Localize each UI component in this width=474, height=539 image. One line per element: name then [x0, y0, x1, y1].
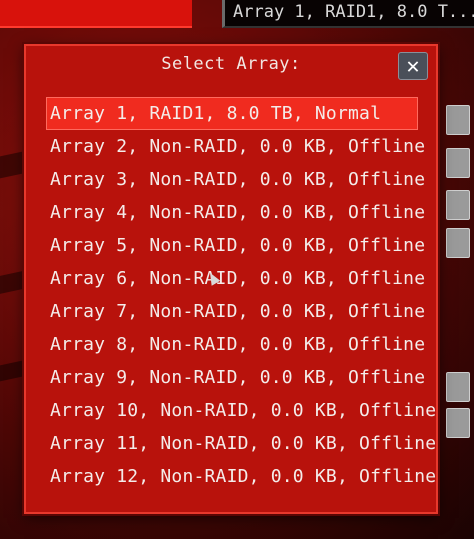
- array-list: Array 1, RAID1, 8.0 TB, Normal Array 2, …: [46, 97, 436, 493]
- array-option-1[interactable]: Array 1, RAID1, 8.0 TB, Normal: [46, 97, 418, 130]
- array-option-4[interactable]: Array 4, Non-RAID, 0.0 KB, Offline: [46, 196, 425, 229]
- close-icon: ✕: [406, 54, 420, 79]
- array-option-3[interactable]: Array 3, Non-RAID, 0.0 KB, Offline: [46, 163, 425, 196]
- array-option-7[interactable]: Array 7, Non-RAID, 0.0 KB, Offline: [46, 295, 425, 328]
- side-button[interactable]: [446, 228, 470, 258]
- array-selector-field[interactable]: Array 1, RAID1, 8.0 T...: [222, 0, 474, 28]
- side-button[interactable]: [446, 105, 470, 135]
- array-option-9[interactable]: Array 9, Non-RAID, 0.0 KB, Offline: [46, 361, 425, 394]
- array-option-10[interactable]: Array 10, Non-RAID, 0.0 KB, Offline: [46, 394, 436, 427]
- select-array-dialog: Select Array: ✕ Array 1, RAID1, 8.0 TB, …: [24, 44, 438, 514]
- close-button[interactable]: ✕: [398, 52, 428, 80]
- header-accent-bar: [0, 0, 192, 28]
- side-button[interactable]: [446, 148, 470, 178]
- side-button[interactable]: [446, 372, 470, 402]
- array-option-2[interactable]: Array 2, Non-RAID, 0.0 KB, Offline: [46, 130, 425, 163]
- dialog-title: Select Array:: [161, 54, 301, 74]
- array-option-8[interactable]: Array 8, Non-RAID, 0.0 KB, Offline: [46, 328, 425, 361]
- array-option-5[interactable]: Array 5, Non-RAID, 0.0 KB, Offline: [46, 229, 425, 262]
- side-button[interactable]: [446, 190, 470, 220]
- array-option-11[interactable]: Array 11, Non-RAID, 0.0 KB, Offline: [46, 427, 436, 460]
- array-option-12[interactable]: Array 12, Non-RAID, 0.0 KB, Offline: [46, 460, 436, 493]
- array-option-6[interactable]: Array 6, Non-RAID, 0.0 KB, Offline: [46, 262, 425, 295]
- side-button[interactable]: [446, 408, 470, 438]
